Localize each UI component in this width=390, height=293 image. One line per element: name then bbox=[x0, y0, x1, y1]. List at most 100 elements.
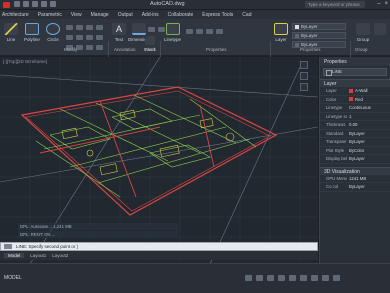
search-input[interactable]: Type a keyword or phrase bbox=[305, 1, 365, 8]
tab-add-ins[interactable]: Add-ins bbox=[142, 12, 159, 18]
property-row[interactable]: Display behaviorByLayer bbox=[320, 155, 390, 164]
line-tool[interactable]: Line bbox=[4, 23, 18, 42]
property-row[interactable]: Standard ByLayer bbox=[320, 130, 390, 138]
linetype-tool[interactable]: Linetype bbox=[164, 23, 181, 42]
property-value[interactable]: ByColor bbox=[347, 147, 390, 155]
window-controls: – × bbox=[377, 1, 388, 8]
property-value[interactable]: ByLayer bbox=[347, 183, 390, 191]
explode-icon[interactable] bbox=[86, 45, 93, 50]
property-row[interactable]: Plot Style ByColor bbox=[320, 147, 390, 155]
panel-label-properties-2[interactable]: Properties bbox=[300, 47, 321, 52]
match-properties-icon[interactable] bbox=[186, 29, 193, 34]
array-icon[interactable] bbox=[96, 35, 103, 40]
panel-label-annotation[interactable]: Annotation bbox=[114, 47, 136, 52]
trim-icon[interactable] bbox=[86, 25, 93, 30]
properties-title: Properties bbox=[320, 57, 390, 66]
tab-manage[interactable]: Manage bbox=[91, 12, 109, 18]
property-row[interactable]: Thickness 0.00 bbox=[320, 121, 390, 130]
leader-icon[interactable] bbox=[148, 27, 155, 32]
tab-express-tools[interactable]: Express Tools bbox=[202, 12, 233, 18]
grid-icon[interactable] bbox=[245, 275, 252, 281]
property-row[interactable]: Co col ByLayer bbox=[320, 183, 390, 192]
zoom-icon[interactable] bbox=[300, 83, 308, 91]
undo-icon[interactable] bbox=[41, 1, 47, 7]
fillet-icon[interactable] bbox=[76, 35, 83, 40]
mirror-icon[interactable] bbox=[96, 25, 103, 30]
polyline-tool[interactable]: Polyline bbox=[24, 23, 40, 42]
close-icon[interactable]: × bbox=[384, 1, 388, 8]
viewcube-icon[interactable] bbox=[300, 61, 308, 69]
property-value[interactable]: ByLayer bbox=[347, 155, 390, 163]
property-value[interactable]: Red bbox=[347, 96, 390, 104]
section-general[interactable]: Layer bbox=[320, 79, 390, 87]
property-value[interactable]: ByLayer bbox=[347, 138, 390, 146]
property-value[interactable]: 0.00 bbox=[347, 121, 390, 129]
customize-icon[interactable] bbox=[333, 275, 340, 281]
save-icon[interactable] bbox=[32, 1, 38, 7]
selection-dropdown[interactable]: LINE bbox=[323, 68, 387, 76]
ortho-icon[interactable] bbox=[267, 275, 274, 281]
annotation-scale-icon[interactable] bbox=[311, 275, 318, 281]
tab-parametric[interactable]: Parametric bbox=[38, 12, 62, 18]
tab-cad[interactable]: Cad bbox=[242, 12, 251, 18]
lineweight-icon[interactable] bbox=[300, 275, 307, 281]
group-tool[interactable]: Group bbox=[356, 23, 370, 42]
color-icon[interactable] bbox=[206, 29, 213, 34]
layer-tool[interactable]: Layer bbox=[274, 23, 288, 42]
property-row[interactable]: Linetype scale1 bbox=[320, 113, 390, 121]
property-value[interactable]: ByLayer bbox=[347, 130, 390, 138]
color-dropdown[interactable]: ByLayer bbox=[292, 32, 346, 39]
osnap-icon[interactable] bbox=[289, 275, 296, 281]
panel-label-block[interactable]: Block bbox=[145, 47, 156, 52]
status-bar: MODEL bbox=[0, 263, 390, 293]
open-icon[interactable] bbox=[23, 1, 29, 7]
text-tool[interactable]: A Text bbox=[112, 23, 126, 42]
offset-icon[interactable] bbox=[96, 45, 103, 50]
tab-view[interactable]: View bbox=[71, 12, 82, 18]
modify-tools-row-1 bbox=[66, 25, 103, 30]
tab-layout2[interactable]: Layout2 bbox=[52, 253, 68, 258]
snap-icon[interactable] bbox=[256, 275, 263, 281]
visualization-properties-list: GPU Memory1241 MBCo colByLayer bbox=[320, 175, 390, 192]
property-value[interactable]: Continuous bbox=[347, 104, 390, 112]
panel-label-properties[interactable]: Properties bbox=[206, 47, 227, 52]
layer-state-icon[interactable] bbox=[196, 29, 203, 34]
workspace-icon[interactable] bbox=[322, 275, 329, 281]
scale-icon[interactable] bbox=[86, 35, 93, 40]
property-row[interactable]: Layer A-Wall bbox=[320, 87, 390, 96]
layer-dropdown[interactable]: ByLayer bbox=[292, 23, 346, 30]
line-icon bbox=[4, 23, 18, 35]
tab-model[interactable]: Model bbox=[4, 253, 25, 258]
tab-layout1[interactable]: Layout1 bbox=[30, 253, 46, 258]
app-logo-icon[interactable] bbox=[3, 2, 10, 8]
command-icon[interactable] bbox=[4, 244, 12, 249]
tab-collaborate[interactable]: Collaborate bbox=[168, 12, 194, 18]
property-row[interactable]: GPU Memory1241 MB bbox=[320, 175, 390, 183]
lineweight-icon[interactable] bbox=[216, 29, 223, 34]
new-icon[interactable] bbox=[14, 1, 20, 7]
panel-label-group[interactable]: Group bbox=[355, 47, 368, 52]
command-line[interactable]: LINE: Specify second point or ] bbox=[0, 242, 318, 251]
tab-output[interactable]: Output bbox=[118, 12, 133, 18]
tab-architecture[interactable]: Architecture bbox=[2, 12, 29, 18]
section-3d-visualization[interactable]: 3D Visualization bbox=[320, 166, 390, 175]
property-value[interactable]: 1241 MB bbox=[347, 175, 390, 183]
panel-label-modify[interactable]: Modify bbox=[64, 47, 77, 52]
pan-icon[interactable] bbox=[300, 72, 308, 80]
circle-tool[interactable]: Circle bbox=[46, 23, 60, 42]
property-row[interactable]: Linetype Continuous bbox=[320, 104, 390, 113]
copy-icon[interactable] bbox=[66, 35, 73, 40]
property-row[interactable]: Color Red bbox=[320, 96, 390, 104]
model-space-toggle[interactable]: MODEL bbox=[4, 275, 22, 281]
block-tool[interactable] bbox=[374, 23, 386, 37]
property-key: Plot Style bbox=[326, 147, 345, 153]
layout-tabs: Model Layout1 Layout2 bbox=[0, 251, 318, 260]
rotate-icon[interactable] bbox=[76, 25, 83, 30]
property-value[interactable]: 1 bbox=[347, 113, 390, 121]
polar-icon[interactable] bbox=[278, 275, 285, 281]
minimize-icon[interactable]: – bbox=[377, 1, 380, 8]
property-row[interactable]: TransparencyByLayer bbox=[320, 138, 390, 147]
move-icon[interactable] bbox=[66, 25, 73, 30]
redo-icon[interactable] bbox=[50, 1, 56, 7]
property-value[interactable]: A-Wall bbox=[347, 87, 390, 95]
